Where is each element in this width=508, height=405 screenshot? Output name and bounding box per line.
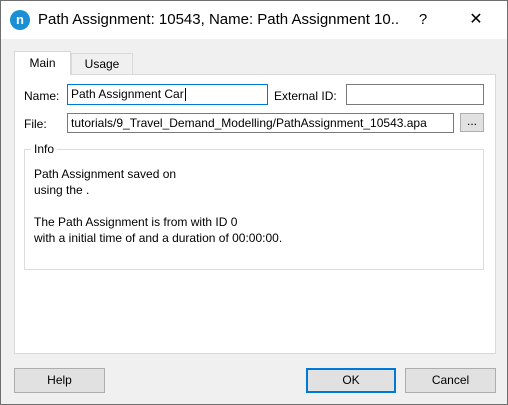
browse-button[interactable]: ... (460, 113, 484, 132)
info-line: using the . (34, 183, 90, 197)
app-logo-icon: n (10, 10, 30, 30)
name-field[interactable]: Path Assignment Car (67, 84, 268, 105)
text-caret (184, 88, 186, 102)
cancel-button[interactable]: Cancel (405, 368, 496, 393)
info-group-title: Info (31, 142, 58, 156)
info-line: The Path Assignment is from with ID 0 (34, 215, 238, 229)
file-label: File: (24, 117, 47, 131)
close-icon[interactable]: ✕ (465, 9, 487, 31)
window-title: Path Assignment: 10543, Name: Path Assig… (38, 11, 398, 28)
name-value: Path Assignment Car (71, 87, 184, 101)
ok-button[interactable]: OK (306, 368, 396, 393)
external-id-label: External ID: (274, 89, 337, 103)
file-path-field[interactable]: tutorials/9_Travel_Demand_Modelling/Path… (67, 113, 454, 133)
info-line: Path Assignment saved on (34, 167, 177, 181)
dialog-window: n Path Assignment: 10543, Name: Path Ass… (0, 0, 508, 405)
name-label: Name: (24, 89, 60, 103)
title-bar: n Path Assignment: 10543, Name: Path Ass… (1, 1, 507, 39)
external-id-field[interactable] (346, 84, 484, 105)
help-button[interactable]: Help (14, 368, 105, 393)
info-line: with a initial time of and a duration of… (34, 231, 283, 245)
tab-usage[interactable]: Usage (71, 53, 133, 75)
tab-main[interactable]: Main (14, 51, 71, 75)
help-icon[interactable]: ? (413, 9, 433, 31)
